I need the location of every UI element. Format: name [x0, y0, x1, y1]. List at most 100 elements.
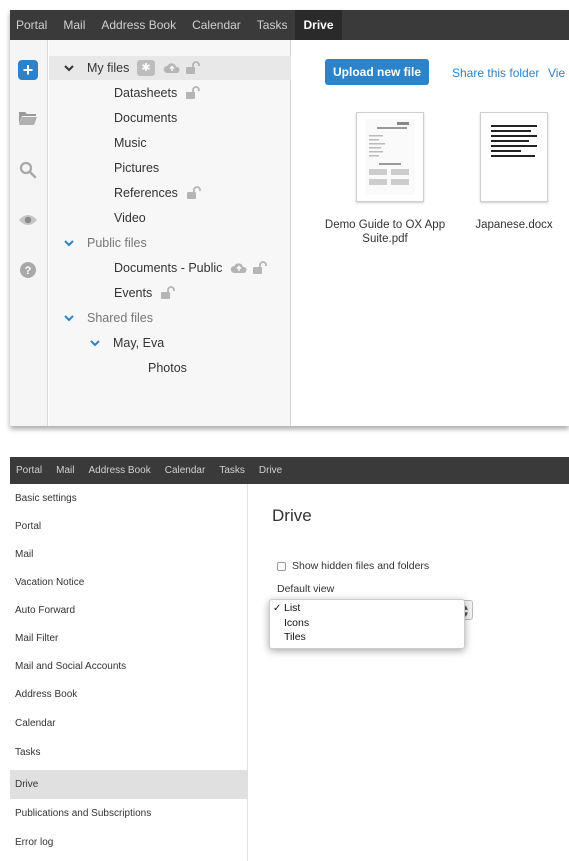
tab-address-book[interactable]: Address Book [93, 10, 184, 40]
tree-item-references[interactable]: References [114, 182, 202, 204]
upload-new-file-button[interactable]: Upload new file [325, 59, 429, 85]
tree-item-label: Video [114, 211, 146, 225]
tree-item-events[interactable]: Events [114, 282, 176, 304]
chevron-down-icon[interactable] [63, 237, 75, 249]
default-view-label: Default view [277, 583, 335, 595]
tab-calendar[interactable]: Calendar [184, 10, 249, 40]
file-name-line: Japanese.docx [475, 219, 553, 231]
document-preview-icon [491, 125, 537, 157]
unlock-icon [185, 61, 200, 74]
tree-item-datasheets[interactable]: Datasheets [114, 82, 201, 104]
tab-address-book[interactable]: Address Book [81, 457, 157, 484]
tree-item-label: Datasheets [114, 86, 178, 100]
page-title: Drive [272, 506, 312, 525]
tab-tasks[interactable]: Tasks [212, 457, 252, 484]
tree-item-label: Events [114, 286, 153, 300]
my-files-label: My files [87, 61, 130, 75]
tree-shared-user[interactable]: May, Eva [89, 332, 164, 354]
tree-item-label: Pictures [114, 161, 160, 175]
show-hidden-checkbox[interactable] [277, 561, 286, 571]
tree-shared-files[interactable]: Shared files [63, 307, 153, 329]
cloud-upload-icon [231, 263, 247, 273]
tree-item-documents-public[interactable]: Documents - Public [114, 257, 268, 279]
tree-item-music[interactable]: Music [114, 132, 147, 154]
show-hidden-files-option[interactable]: Show hidden files and folders [277, 560, 429, 572]
settings-item-basic-settings[interactable]: Basic settings [10, 484, 248, 513]
checkmark-icon: ✓ [273, 603, 282, 614]
settings-navigation: Basic settings Portal Mail Vacation Noti… [10, 484, 248, 861]
default-view-dropdown-menu: ✓ List Icons Tiles [269, 599, 465, 649]
dropdown-option-icons[interactable]: Icons [270, 617, 466, 630]
side-toolbar: + ? [10, 40, 48, 426]
search-icon[interactable] [16, 158, 40, 182]
folder-icon[interactable] [16, 106, 40, 130]
settings-item-drive[interactable]: Drive [10, 770, 248, 799]
settings-item-portal[interactable]: Portal [10, 512, 248, 541]
top-navigation-bar: Portal Mail Address Book Calendar Tasks … [10, 457, 569, 484]
tree-item-label: Documents [114, 111, 178, 125]
settings-item-publications[interactable]: Publications and Subscriptions [10, 799, 248, 828]
unlock-icon [186, 86, 201, 99]
plus-icon[interactable]: + [16, 58, 40, 82]
view-link[interactable]: Vie [548, 66, 565, 80]
file-thumbnail-pdf[interactable] [356, 112, 424, 202]
unlock-icon [186, 186, 201, 199]
file-content-area: Upload new file Share this folder Vie De… [292, 40, 569, 426]
tab-mail[interactable]: Mail [49, 457, 81, 484]
tab-drive[interactable]: Drive [252, 457, 289, 484]
option-label: List [284, 602, 301, 614]
settings-item-mail-filter[interactable]: Mail Filter [10, 624, 248, 653]
file-name-line: Demo Guide to OX App [324, 219, 446, 231]
drive-window: Portal Mail Address Book Calendar Tasks … [10, 10, 569, 426]
file-name-line: Suite.pdf [362, 233, 408, 245]
svg-text:?: ? [25, 265, 32, 277]
chevron-down-icon[interactable] [89, 337, 101, 349]
settings-detail-pane: Drive Show hidden files and folders Defa… [249, 484, 569, 861]
share-folder-link[interactable]: Share this folder [452, 66, 539, 80]
settings-window: Portal Mail Address Book Calendar Tasks … [10, 457, 569, 861]
tree-item-documents[interactable]: Documents [114, 107, 177, 129]
tree-public-files[interactable]: Public files [63, 232, 147, 254]
cloud-upload-icon [163, 63, 180, 73]
chevron-down-icon[interactable] [63, 62, 75, 74]
dropdown-option-tiles[interactable]: Tiles [270, 631, 466, 644]
unlock-icon [161, 286, 176, 299]
settings-item-vacation-notice[interactable]: Vacation Notice [10, 568, 248, 597]
settings-item-address-book[interactable]: Address Book [10, 680, 248, 709]
tab-calendar[interactable]: Calendar [158, 457, 213, 484]
file-thumbnail-docx[interactable] [480, 112, 548, 202]
chevron-down-icon[interactable] [63, 312, 75, 324]
option-label: Icons [284, 617, 310, 629]
public-files-label: Public files [87, 236, 147, 250]
shared-files-label: Shared files [87, 311, 154, 325]
tab-portal[interactable]: Portal [10, 457, 49, 484]
dropdown-option-list[interactable]: ✓ List [270, 602, 466, 615]
tree-item-pictures[interactable]: Pictures [114, 157, 159, 179]
tree-my-files[interactable]: My files ✱ [63, 57, 201, 79]
tree-item-photos[interactable]: Photos [148, 357, 187, 379]
gear-icon[interactable]: ✱ [137, 60, 155, 76]
settings-item-error-log[interactable]: Error log [10, 828, 248, 857]
tab-mail[interactable]: Mail [55, 10, 93, 40]
file-name-pdf[interactable]: Demo Guide to OX App Suite.pdf [320, 218, 450, 246]
unlock-icon [253, 261, 268, 274]
folder-tree: My files ✱ Datasheets Documents Music Pi… [49, 40, 291, 426]
tab-drive[interactable]: Drive [295, 10, 342, 40]
settings-item-mail[interactable]: Mail [10, 540, 248, 569]
tree-item-label: Documents - Public [114, 261, 223, 275]
file-name-docx[interactable]: Japanese.docx [464, 218, 564, 232]
option-label: Tiles [284, 631, 306, 643]
settings-item-tasks[interactable]: Tasks [10, 738, 248, 767]
tree-item-label: Music [114, 136, 147, 150]
settings-item-auto-forward[interactable]: Auto Forward [10, 596, 248, 625]
shared-user-label: May, Eva [113, 336, 165, 350]
help-icon[interactable]: ? [16, 258, 40, 282]
top-navigation-bar: Portal Mail Address Book Calendar Tasks … [10, 10, 569, 40]
tab-portal[interactable]: Portal [10, 10, 55, 40]
settings-item-calendar[interactable]: Calendar [10, 709, 248, 738]
tree-item-label: Photos [148, 361, 187, 375]
tree-item-video[interactable]: Video [114, 207, 146, 229]
settings-item-mail-social-accounts[interactable]: Mail and Social Accounts [10, 652, 248, 681]
eye-icon[interactable] [16, 208, 40, 232]
tab-tasks[interactable]: Tasks [249, 10, 296, 40]
